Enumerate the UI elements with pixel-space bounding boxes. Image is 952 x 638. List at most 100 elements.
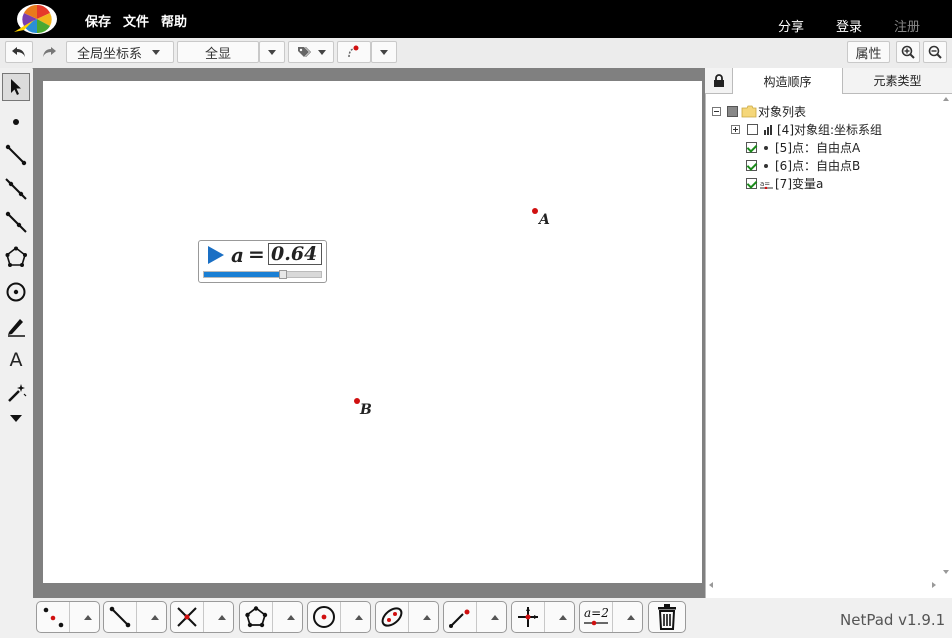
panel-scroll-down[interactable] — [941, 568, 951, 576]
collapse-icon[interactable] — [712, 107, 721, 116]
redo-icon — [43, 47, 56, 57]
polygon-tools-group[interactable] — [239, 601, 303, 633]
line-tool[interactable] — [2, 175, 30, 203]
segment-tool[interactable] — [2, 141, 30, 169]
slider-thumb[interactable] — [279, 270, 287, 279]
tree-root-checkbox[interactable] — [727, 106, 738, 117]
play-button[interactable] — [207, 245, 225, 268]
delete-button[interactable] — [648, 601, 686, 633]
netpad-logo — [8, 2, 62, 36]
segment-tools-button[interactable] — [104, 602, 137, 632]
tag-dropdown[interactable] — [288, 41, 334, 63]
trace-dropdown[interactable] — [371, 41, 397, 63]
expand-icon[interactable] — [731, 125, 740, 134]
properties-label: 属性 — [855, 46, 882, 62]
variable-tools-button[interactable]: a=2 — [580, 602, 613, 632]
pen-tool[interactable] — [2, 312, 30, 340]
polygon-tools-dropdown[interactable] — [280, 602, 302, 632]
conic-tools-group[interactable] — [375, 601, 439, 633]
tree-root-row[interactable]: 对象列表 — [712, 103, 806, 120]
show-all-button[interactable]: 全显 — [177, 41, 259, 63]
circle-tools-dropdown[interactable] — [348, 602, 370, 632]
tab-construction-order[interactable]: 构造顺序 — [733, 68, 843, 94]
tab-element-type[interactable]: 元素类型 — [843, 68, 952, 93]
segment-tools-group[interactable] — [103, 601, 167, 633]
intersection-tools-dropdown[interactable] — [211, 602, 233, 632]
panel-tabs: 构造顺序 元素类型 — [705, 68, 952, 94]
login-link[interactable]: 登录 — [836, 16, 862, 35]
point-tool[interactable] — [2, 108, 30, 136]
tree-row-point-b[interactable]: [6]点：自由点B — [746, 157, 860, 174]
visibility-checkbox[interactable] — [746, 160, 757, 171]
intersection-tools-group[interactable] — [170, 601, 234, 633]
conic-tools-dropdown[interactable] — [416, 602, 438, 632]
segment-tools-dropdown[interactable] — [144, 602, 166, 632]
coordinate-tools-group[interactable] — [511, 601, 575, 633]
show-all-dropdown[interactable] — [259, 41, 285, 63]
point-tools-group[interactable] — [36, 601, 100, 633]
ray-tool[interactable] — [2, 208, 30, 236]
folder-icon — [741, 105, 757, 118]
tree-row-point-a[interactable]: [5]点：自由点A — [746, 139, 860, 156]
coord-system-select[interactable]: 全局坐标系 — [66, 41, 174, 63]
conic-tools-button[interactable] — [376, 602, 409, 632]
slider-value: 0.64 — [271, 243, 318, 265]
redo-button[interactable] — [35, 41, 63, 63]
undo-button[interactable] — [5, 41, 33, 63]
ray-icon — [5, 211, 27, 233]
share-link[interactable]: 分享 — [778, 16, 804, 35]
panel-scroll-right[interactable] — [930, 580, 938, 590]
intersection-icon — [177, 607, 197, 627]
intersection-tools-button[interactable] — [171, 602, 204, 632]
properties-button[interactable]: 属性 — [847, 41, 890, 63]
point-icon — [764, 163, 768, 168]
panel-scroll-left[interactable] — [707, 580, 715, 590]
trace-button[interactable] — [337, 41, 371, 63]
circle-tool[interactable] — [2, 278, 30, 306]
coordinate-tools-dropdown[interactable] — [552, 602, 574, 632]
point-tools-dropdown[interactable] — [77, 602, 99, 632]
variable-tools-dropdown[interactable] — [620, 602, 642, 632]
circle-tools-button[interactable] — [308, 602, 341, 632]
register-link[interactable]: 注册 — [894, 16, 920, 35]
menu-save[interactable]: 保存 — [85, 11, 111, 30]
lock-button[interactable] — [705, 68, 733, 93]
chevron-down-icon — [380, 49, 388, 55]
point-a[interactable] — [532, 208, 538, 214]
transform-tools-group[interactable] — [443, 601, 507, 633]
zoom-in-button[interactable] — [896, 41, 920, 63]
polygon-tools-button[interactable] — [240, 602, 273, 632]
polygon-tool[interactable] — [2, 243, 30, 271]
slider-value-box[interactable]: 0.64 — [268, 243, 322, 265]
variable-tools-group[interactable]: a=2 — [579, 601, 643, 633]
drawing-canvas[interactable] — [43, 81, 702, 583]
slider-track[interactable] — [203, 270, 322, 279]
coordinate-tools-button[interactable] — [512, 602, 545, 632]
text-tool[interactable]: A — [2, 346, 30, 374]
visibility-checkbox[interactable] — [746, 178, 757, 189]
scroll-down-icon — [943, 570, 949, 574]
menu-help[interactable]: 帮助 — [161, 11, 187, 30]
chevron-down-icon — [317, 49, 326, 55]
more-tools-button[interactable] — [2, 408, 30, 428]
variable-slider[interactable]: a = 0.64 — [198, 240, 327, 283]
tree-row-variable-a[interactable]: a= [7]变量a — [746, 175, 823, 192]
tree-row-coord-group[interactable]: [4]对象组:坐标系组 — [731, 121, 882, 138]
zoom-out-button[interactable] — [923, 41, 947, 63]
select-tool[interactable] — [2, 73, 30, 101]
tab-construction-order-label: 构造顺序 — [763, 74, 812, 89]
menu-file[interactable]: 文件 — [123, 11, 149, 30]
visibility-checkbox[interactable] — [747, 124, 758, 135]
slider-fill — [204, 272, 279, 277]
polygon-icon — [245, 606, 268, 628]
circle-tools-group[interactable] — [307, 601, 371, 633]
transform-tools-button[interactable] — [444, 602, 477, 632]
transform-tools-dropdown[interactable] — [484, 602, 506, 632]
zoom-in-icon — [901, 45, 915, 59]
lock-icon — [713, 73, 724, 87]
magic-wand-tool[interactable] — [2, 379, 30, 407]
panel-scroll-up[interactable] — [941, 95, 951, 103]
point-tools-button[interactable] — [37, 602, 70, 632]
visibility-checkbox[interactable] — [746, 142, 757, 153]
point-b-label: B — [360, 402, 372, 418]
